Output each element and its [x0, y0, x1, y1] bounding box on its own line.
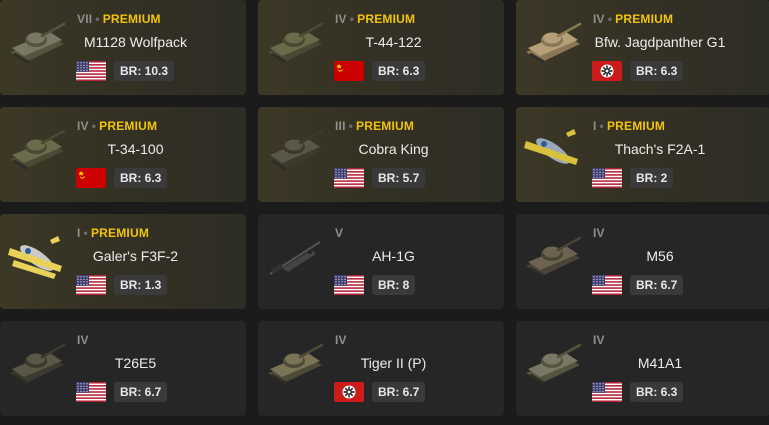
vehicle-card[interactable]: I • PREMIUM Thach's F2A-1 BR: 2: [516, 107, 769, 202]
vehicle-thumbnail: [520, 335, 586, 391]
premium-label: PREMIUM: [606, 119, 666, 133]
tier-line: VII • PREMIUM: [77, 12, 161, 26]
separator-dot: •: [83, 226, 88, 240]
usa-flag-icon: [76, 275, 106, 295]
premium-label: PREMIUM: [102, 12, 161, 26]
vehicle-name: M1128 Wolfpack: [84, 34, 187, 50]
tier-line: IV: [335, 333, 347, 347]
vehicle-name: M41A1: [637, 355, 683, 371]
ussr-flag-icon: [334, 61, 364, 81]
tier-label: IV: [593, 333, 605, 347]
vehicle-card[interactable]: V AH-1G BR: 8: [258, 214, 504, 309]
vehicle-name: M56: [646, 248, 674, 264]
usa-flag-icon: [334, 168, 364, 188]
battle-rating-badge: BR: 5.7: [372, 168, 426, 188]
premium-label: PREMIUM: [99, 119, 158, 133]
tier-label: IV: [593, 12, 605, 26]
tier-label: VII: [77, 12, 93, 26]
vehicle-thumbnail: [520, 228, 586, 284]
vehicle-name: Cobra King: [358, 141, 429, 157]
vehicle-thumbnail: [4, 121, 70, 177]
battle-rating-badge: BR: 6.7: [114, 382, 168, 402]
vehicle-thumbnail: [4, 335, 70, 391]
tier-label: IV: [593, 226, 605, 240]
vehicle-thumbnail: [262, 14, 328, 70]
vehicle-name: T-34-100: [107, 141, 164, 157]
tier-label: I: [593, 119, 597, 133]
tier-label: IV: [335, 333, 347, 347]
usa-flag-icon: [334, 275, 364, 295]
tier-label: I: [77, 226, 81, 240]
separator-dot: •: [607, 12, 613, 26]
separator-dot: •: [95, 12, 100, 26]
premium-label: PREMIUM: [357, 12, 416, 26]
battle-rating-badge: BR: 6.3: [372, 61, 426, 81]
separator-dot: •: [91, 119, 97, 133]
separator-dot: •: [599, 119, 604, 133]
tier-label: IV: [77, 119, 89, 133]
tier-label: IV: [77, 333, 89, 347]
vehicle-name: AH-1G: [372, 248, 415, 264]
tier-label: V: [335, 226, 344, 240]
premium-label: PREMIUM: [615, 12, 674, 26]
premium-label: PREMIUM: [356, 119, 415, 133]
usa-flag-icon: [76, 61, 106, 81]
tier-line: I • PREMIUM: [593, 119, 665, 133]
usa-flag-icon: [592, 168, 622, 188]
tier-line: IV • PREMIUM: [335, 12, 415, 26]
tier-line: III • PREMIUM: [335, 119, 414, 133]
vehicle-thumbnail: [262, 335, 328, 391]
vehicle-name: Bfw. Jagdpanther G1: [594, 34, 726, 50]
vehicle-card[interactable]: IV M41A1 BR: 6.3: [516, 321, 769, 416]
germany-flag-icon: [592, 61, 622, 81]
vehicle-thumbnail: [520, 14, 586, 70]
vehicle-card[interactable]: I • PREMIUM Galer's F3F-2 BR: 1.3: [0, 214, 246, 309]
vehicle-name: Tiger II (P): [360, 355, 427, 371]
vehicle-thumbnail: [262, 228, 328, 284]
vehicle-thumbnail: [4, 228, 70, 284]
tier-label: IV: [335, 12, 347, 26]
vehicle-card[interactable]: IV • PREMIUM T-34-100 BR: 6.3: [0, 107, 246, 202]
germany-flag-icon: [334, 382, 364, 402]
tier-line: I • PREMIUM: [77, 226, 149, 240]
usa-flag-icon: [592, 275, 622, 295]
battle-rating-badge: BR: 1.3: [114, 275, 168, 295]
vehicle-card[interactable]: IV M56 BR: 6.7: [516, 214, 769, 309]
vehicle-name: Thach's F2A-1: [614, 141, 706, 157]
ussr-flag-icon: [76, 168, 106, 188]
vehicle-name: T26E5: [114, 355, 157, 371]
vehicle-card[interactable]: IV T26E5 BR: 6.7: [0, 321, 246, 416]
vehicle-card[interactable]: IV • PREMIUM Bfw. Jagdpanther G1 BR: 6.3: [516, 0, 769, 95]
battle-rating-badge: BR: 6.3: [630, 61, 684, 81]
battle-rating-badge: BR: 2: [630, 168, 674, 188]
battle-rating-badge: BR: 6.7: [372, 382, 426, 402]
vehicle-thumbnail: [4, 14, 70, 70]
tier-line: IV • PREMIUM: [77, 119, 157, 133]
vehicle-name: Galer's F3F-2: [92, 248, 179, 264]
tier-line: V: [335, 226, 343, 240]
tier-line: IV • PREMIUM: [593, 12, 673, 26]
vehicle-thumbnail: [520, 121, 586, 177]
separator-dot: •: [348, 119, 354, 133]
vehicle-grid: VII • PREMIUM M1128 Wolfpack BR: 10.3 IV • P…: [0, 0, 769, 425]
battle-rating-badge: BR: 6.3: [114, 168, 168, 188]
tier-line: IV: [593, 226, 605, 240]
premium-label: PREMIUM: [90, 226, 150, 240]
vehicle-card[interactable]: VII • PREMIUM M1128 Wolfpack BR: 10.3: [0, 0, 246, 95]
vehicle-card[interactable]: IV • PREMIUM T-44-122 BR: 6.3: [258, 0, 504, 95]
vehicle-card[interactable]: IV Tiger II (P) BR: 6.7: [258, 321, 504, 416]
tier-label: III: [335, 119, 346, 133]
separator-dot: •: [349, 12, 355, 26]
vehicle-card[interactable]: III • PREMIUM Cobra King BR: 5.7: [258, 107, 504, 202]
vehicle-thumbnail: [262, 121, 328, 177]
tier-line: IV: [593, 333, 605, 347]
battle-rating-badge: BR: 6.3: [630, 382, 684, 402]
battle-rating-badge: BR: 6.7: [630, 275, 684, 295]
usa-flag-icon: [76, 382, 106, 402]
battle-rating-badge: BR: 8: [372, 275, 416, 295]
usa-flag-icon: [592, 382, 622, 402]
tier-line: IV: [77, 333, 89, 347]
battle-rating-badge: BR: 10.3: [114, 61, 175, 81]
vehicle-name: T-44-122: [365, 34, 422, 50]
